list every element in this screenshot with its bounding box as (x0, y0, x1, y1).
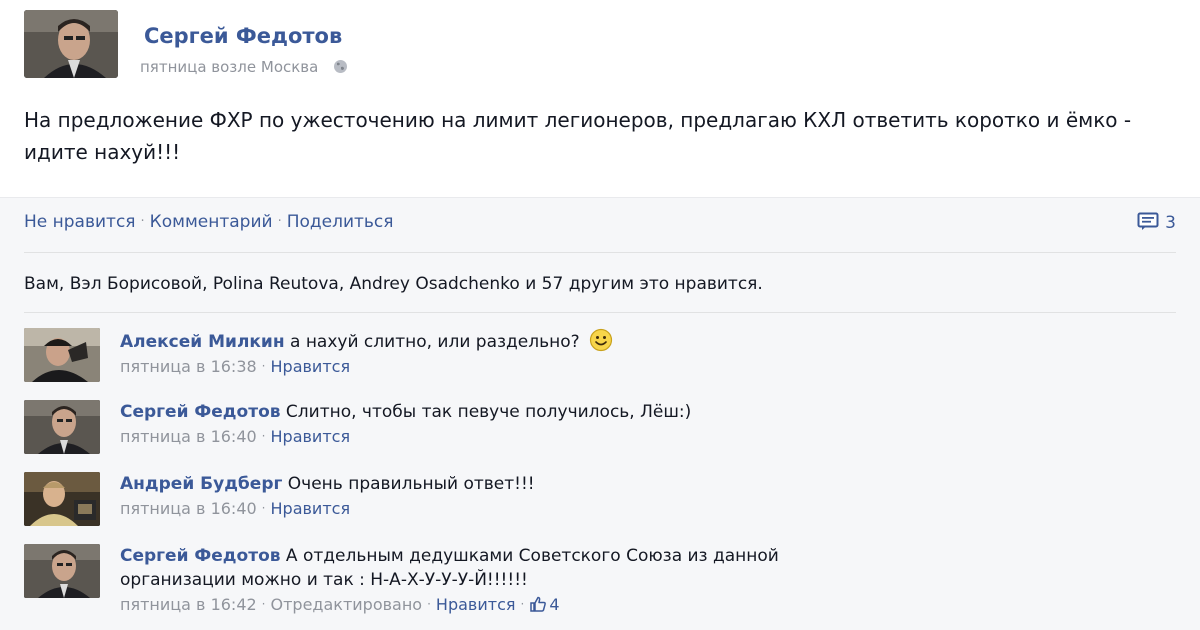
comment-text-line: Алексей Милкин а нахуй слитно, или разде… (120, 328, 1120, 354)
divider (24, 252, 1176, 253)
comment-text: организации можно и так : Н-А-Х-У-У-У-Й!… (120, 570, 528, 590)
divider (24, 312, 1176, 313)
comment-text: а нахуй слитно, или раздельно? (290, 332, 580, 352)
post-text: На предложение ФХР по ужесточению на лим… (24, 108, 1132, 164)
comment-body: Андрей Будберг Очень правильный ответ!!!… (120, 472, 1120, 521)
action-bar: Не нравится · Комментарий · Поделиться (24, 212, 394, 232)
commenter-avatar[interactable] (24, 400, 100, 454)
post-header: Сергей Федотов пятница возле Москва (24, 10, 924, 80)
comment-icon (1137, 212, 1159, 231)
separator: · (261, 597, 266, 611)
author-avatar[interactable] (24, 10, 118, 78)
separator: · (261, 359, 266, 373)
comment-like-count[interactable]: 4 (549, 595, 559, 614)
comment-author[interactable]: Сергей Федотов (120, 402, 281, 422)
post-author-name[interactable]: Сергей Федотов (144, 24, 342, 48)
comment-like-link[interactable]: Нравится (271, 427, 351, 446)
comment-body: Алексей Милкин а нахуй слитно, или разде… (120, 328, 1120, 379)
thumbs-up-icon[interactable] (529, 595, 547, 613)
comment-text-line: Андрей Будберг Очень правильный ответ!!! (120, 472, 1120, 496)
comment-time[interactable]: пятница в 16:42 (120, 595, 257, 614)
separator: · (140, 214, 145, 229)
comment-time[interactable]: пятница в 16:40 (120, 499, 257, 518)
separator: · (277, 214, 282, 229)
share-link[interactable]: Поделиться (287, 212, 394, 232)
comment-meta: пятница в 16:38 · Нравится (120, 354, 1120, 379)
separator: · (261, 429, 266, 443)
comment-meta: пятница в 16:40 · Нравится (120, 496, 1120, 521)
comment-time[interactable]: пятница в 16:40 (120, 427, 257, 446)
comment-like-link[interactable]: Нравится (436, 595, 516, 614)
commenter-avatar[interactable] (24, 544, 100, 598)
comment-like-link[interactable]: Нравится (271, 357, 351, 376)
comment-text-line: Сергей Федотов Слитно, чтобы так певуче … (120, 400, 1120, 424)
comment-count[interactable]: 3 (1137, 212, 1176, 233)
globe-icon[interactable] (333, 59, 348, 74)
comment-time[interactable]: пятница в 16:38 (120, 357, 257, 376)
comment-author[interactable]: Сергей Федотов (120, 546, 281, 566)
comment-like-link[interactable]: Нравится (271, 499, 351, 518)
post-time-location[interactable]: пятница возле Москва (140, 58, 318, 76)
comment-link[interactable]: Комментарий (150, 212, 273, 232)
comment-body: Сергей Федотов А отдельным дедушками Сов… (120, 544, 1120, 617)
commenter-avatar[interactable] (24, 328, 100, 382)
comment-count-value: 3 (1165, 213, 1176, 233)
comment-edited-label[interactable]: Отредактировано (271, 595, 423, 614)
separator: · (427, 597, 431, 611)
comment-author[interactable]: Андрей Будберг (120, 474, 282, 494)
smile-icon (589, 328, 613, 352)
comment-text: А отдельным дедушками Советского Союза и… (285, 546, 779, 566)
commenter-avatar[interactable] (24, 472, 100, 526)
comment-meta: пятница в 16:40 · Нравится (120, 424, 1120, 449)
post-meta: пятница возле Москва (140, 58, 348, 76)
separator: · (520, 597, 525, 611)
likes-summary[interactable]: Вам, Вэл Борисовой, Polina Reutova, Andr… (24, 274, 763, 294)
comment-text: Очень правильный ответ!!! (287, 474, 535, 494)
comment-meta: пятница в 16:42 · Отредактировано · Нравится… (120, 592, 1120, 617)
comment-text-line: организации можно и так : Н-А-Х-У-У-У-Й!… (120, 568, 1120, 592)
comment-author[interactable]: Алексей Милкин (120, 332, 285, 352)
comment-text-line: Сергей Федотов А отдельным дедушками Сов… (120, 544, 1120, 568)
unlike-link[interactable]: Не нравится (24, 212, 136, 232)
comment-body: Сергей Федотов Слитно, чтобы так певуче … (120, 400, 1120, 449)
separator: · (261, 501, 266, 515)
comment-text: Слитно, чтобы так певуче получилось, Лёш… (285, 402, 692, 422)
